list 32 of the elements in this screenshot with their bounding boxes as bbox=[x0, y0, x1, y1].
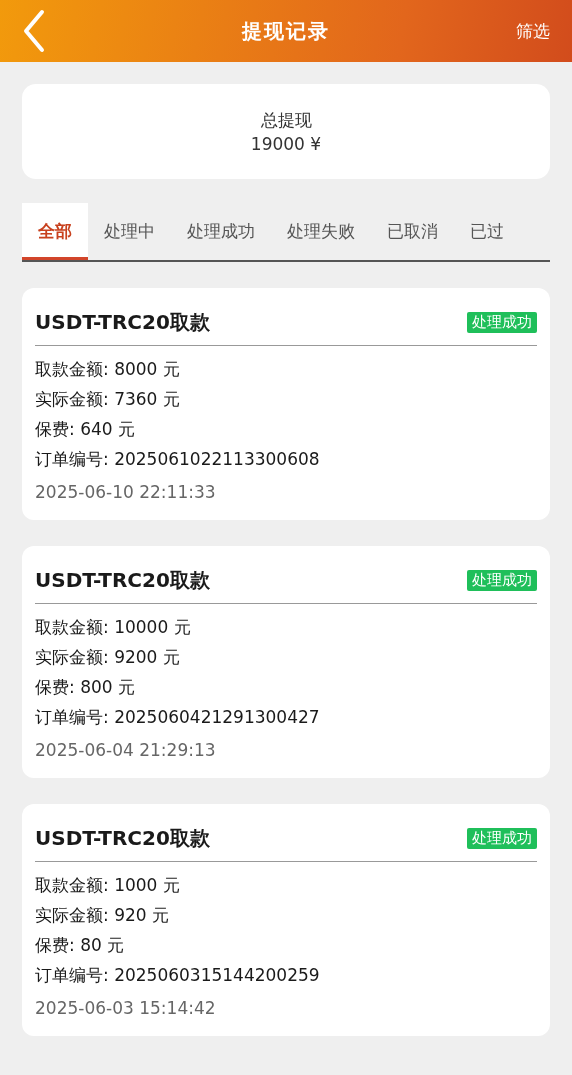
status-badge: 处理成功 bbox=[467, 312, 537, 333]
summary-value: 19000 ¥ bbox=[250, 134, 322, 154]
status-badge: 处理成功 bbox=[467, 828, 537, 849]
record-detail: 取款金额: 10000 元 bbox=[35, 616, 192, 639]
record-detail: 实际金额: 7360 元 bbox=[35, 388, 181, 411]
record-detail: 订单编号: 2025060421291300427 bbox=[35, 706, 321, 729]
back-icon[interactable] bbox=[22, 9, 46, 53]
filter-tab[interactable]: 已过 bbox=[454, 203, 520, 260]
record-time: 2025-06-10 22:11:33 bbox=[35, 482, 217, 502]
record-detail: 取款金额: 1000 元 bbox=[35, 874, 181, 897]
filter-tab[interactable]: 处理中 bbox=[88, 203, 171, 260]
filter-tab[interactable]: 已取消 bbox=[371, 203, 454, 260]
status-badge: 处理成功 bbox=[467, 570, 537, 591]
record-detail: 实际金额: 9200 元 bbox=[35, 646, 181, 669]
record-detail: 实际金额: 920 元 bbox=[35, 904, 170, 927]
filter-tab[interactable]: 处理成功 bbox=[171, 203, 271, 260]
filter-tab[interactable]: 处理失败 bbox=[271, 203, 371, 260]
record-detail: 保费: 640 元 bbox=[35, 418, 136, 441]
page-title: 提现记录 bbox=[242, 17, 330, 45]
record-title: USDT-TRC20取款 bbox=[35, 309, 210, 336]
record-time: 2025-06-03 15:14:42 bbox=[35, 998, 217, 1018]
record-title: USDT-TRC20取款 bbox=[35, 567, 210, 594]
record-detail: 取款金额: 8000 元 bbox=[35, 358, 181, 381]
record-time: 2025-06-04 21:29:13 bbox=[35, 740, 217, 760]
filter-tab[interactable]: 全部 bbox=[22, 203, 88, 260]
record-detail: 保费: 800 元 bbox=[35, 676, 136, 699]
record-title: USDT-TRC20取款 bbox=[35, 825, 210, 852]
filter-button[interactable]: 筛选 bbox=[516, 19, 550, 43]
record-detail: 保费: 80 元 bbox=[35, 934, 126, 957]
record-detail: 订单编号: 2025060315144200259 bbox=[35, 964, 321, 987]
record-detail: 订单编号: 2025061022113300608 bbox=[35, 448, 321, 471]
summary-label: 总提现 bbox=[260, 109, 312, 132]
